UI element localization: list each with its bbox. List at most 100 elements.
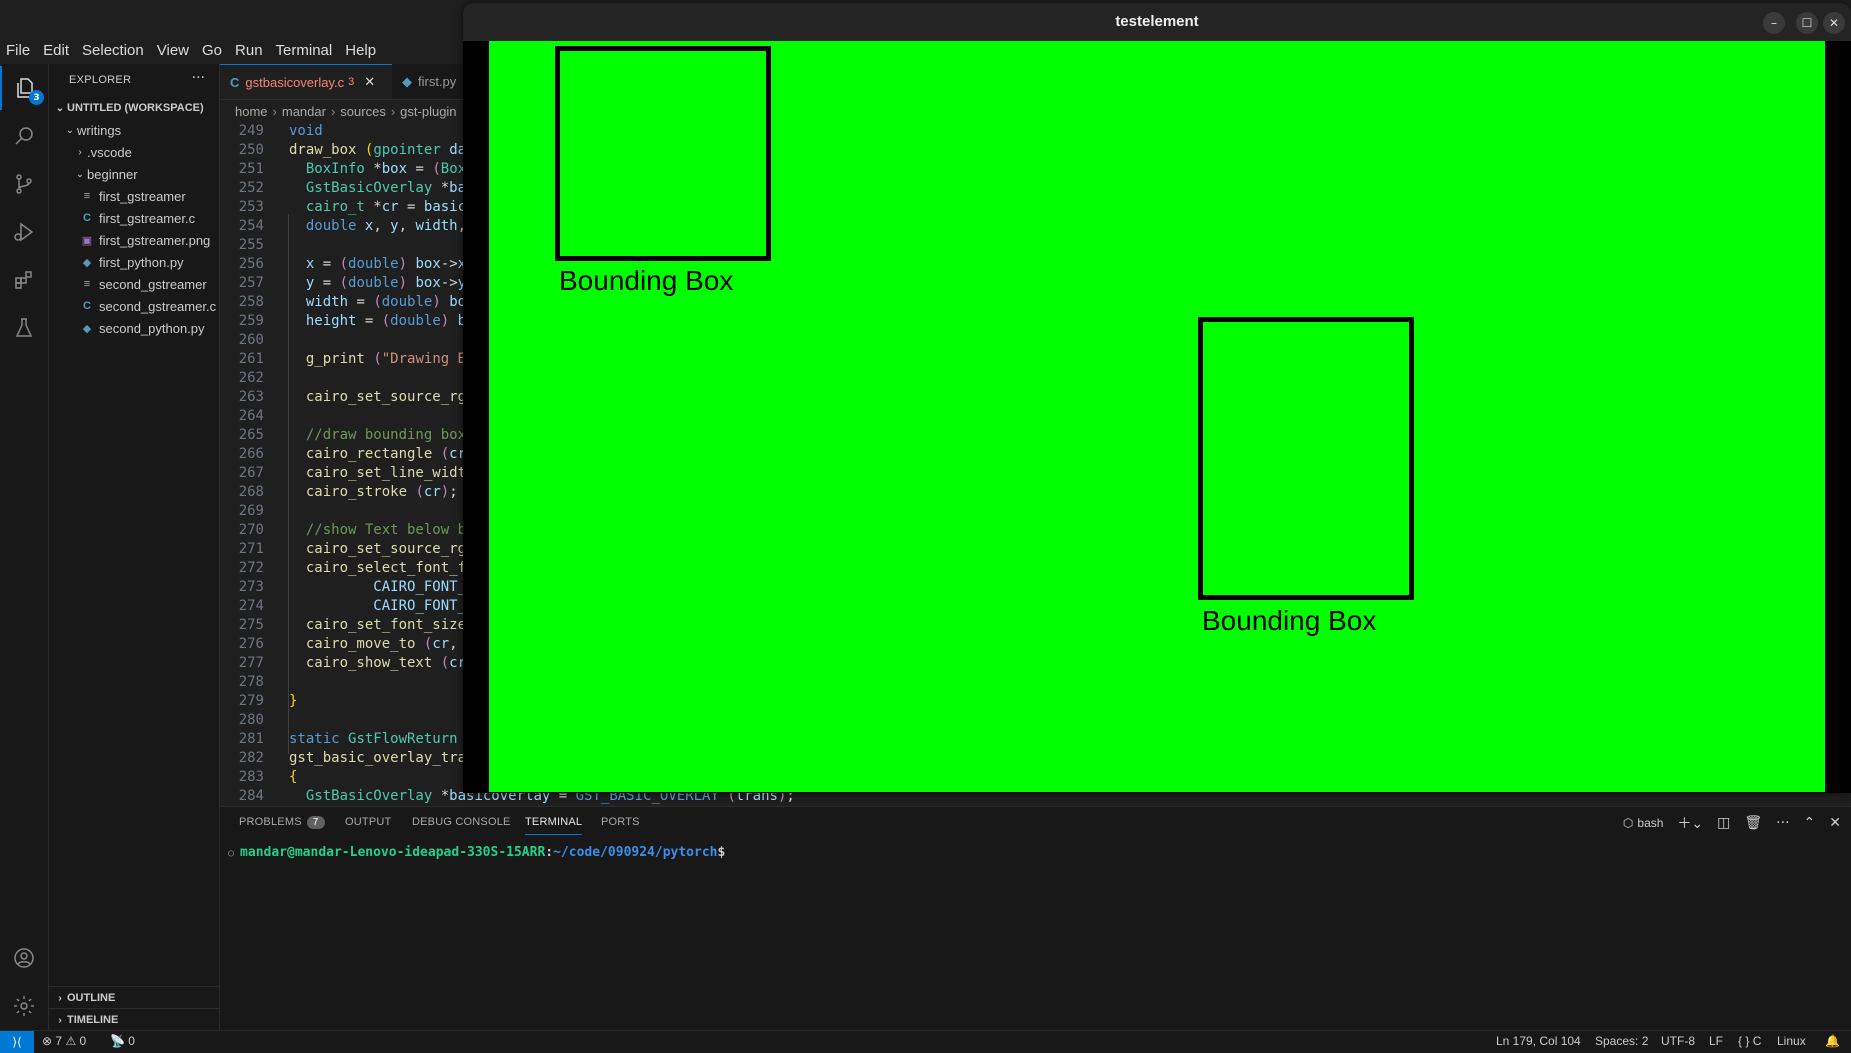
menu-selection[interactable]: Selection [82, 42, 144, 59]
activity-search[interactable] [0, 114, 48, 158]
chevron-right-icon: › [272, 103, 277, 119]
tree-item-file[interactable]: ≡ first_gstreamer [49, 185, 249, 207]
line-number: 283 [238, 769, 264, 785]
activity-run-debug[interactable] [0, 210, 48, 254]
new-terminal-icon[interactable]: ＋⌄ [1677, 813, 1703, 833]
tab-label: first.py [418, 74, 457, 89]
split-terminal-icon[interactable]: ◫ [1717, 815, 1730, 831]
tree-item-vscode[interactable]: › .vscode [49, 141, 243, 163]
tree-item-label: beginner [87, 166, 138, 182]
tab-label: PROBLEMS [239, 816, 302, 828]
tab-debug-console[interactable]: DEBUG CONSOLE [412, 816, 511, 828]
account-icon [14, 948, 34, 968]
line-number: 263 [238, 389, 264, 405]
line-number: 249 [238, 123, 264, 139]
braces-icon: { } [1738, 1034, 1750, 1048]
activity-extensions[interactable] [0, 258, 48, 302]
ports-status[interactable]: 📡 0 [110, 1034, 135, 1048]
c-file-icon: C [83, 212, 91, 224]
line-number: 250 [238, 142, 264, 158]
line-content: height = (double) b [305, 313, 467, 329]
tree-item-label: second_gstreamer.c [99, 298, 217, 314]
breadcrumb-item[interactable]: sources [340, 104, 386, 119]
tree-item-label: second_gstreamer [99, 276, 207, 292]
bounding-box-label-1: Bounding Box [559, 265, 734, 296]
trash-icon[interactable]: 🗑 [1744, 815, 1762, 831]
line-number: 282 [238, 750, 264, 766]
breadcrumb-item[interactable]: gst-plugin [400, 104, 456, 119]
tree-item-file[interactable]: ▣ first_gstreamer.png [49, 229, 249, 251]
activity-source-control[interactable] [0, 162, 48, 206]
tab-output[interactable]: OUTPUT [345, 816, 391, 828]
activity-manage[interactable] [0, 984, 48, 1028]
chevron-down-icon: ⌄ [75, 168, 85, 180]
language-mode[interactable]: { } C [1738, 1034, 1761, 1048]
line-number: 273 [238, 579, 264, 595]
language-label: C [1752, 1034, 1762, 1048]
more-actions-icon[interactable]: ··· [192, 70, 205, 86]
cursor-position[interactable]: Ln 179, Col 104 [1496, 1034, 1581, 1048]
activity-testing[interactable] [0, 306, 48, 350]
line-content: void [289, 123, 323, 139]
os-indicator[interactable]: Linux [1777, 1034, 1806, 1048]
menu-help[interactable]: Help [345, 42, 376, 59]
tree-item-beginner[interactable]: ⌄ beginner [49, 163, 243, 185]
line-ending[interactable]: LF [1709, 1034, 1723, 1048]
maximize-button[interactable]: ☐ [1796, 12, 1818, 34]
menu-go[interactable]: Go [202, 42, 222, 59]
notifications-icon[interactable]: 🔔 [1825, 1034, 1840, 1048]
tree-item-file[interactable]: ◆ second_python.py [49, 317, 249, 339]
tab-gstbasicoverlay[interactable]: C gstbasicoverlay.c 3 ✕ [220, 64, 392, 99]
tab-first-py[interactable]: ◆ first.py [392, 64, 472, 99]
tree-item-file[interactable]: C second_gstreamer.c [49, 295, 249, 317]
timeline-section[interactable]: › TIMELINE [49, 1008, 219, 1031]
line-content: cairo_set_line_widt [305, 465, 467, 481]
c-file-icon: C [83, 300, 91, 312]
line-number: 256 [238, 256, 264, 272]
close-button[interactable]: ✕ [1823, 12, 1845, 34]
menu-file[interactable]: File [6, 42, 30, 59]
breadcrumb-item[interactable]: home [235, 104, 268, 119]
line-content: draw_box (gpointer da [289, 142, 467, 158]
line-number: 251 [238, 161, 264, 177]
remote-indicator[interactable]: ⟩⟨ [0, 1031, 34, 1053]
error-count: 7 [55, 1034, 63, 1048]
minimize-button[interactable]: – [1763, 12, 1785, 34]
menu-edit[interactable]: Edit [43, 42, 69, 59]
tree-item-file[interactable]: ◆ first_python.py [49, 251, 249, 273]
activity-explorer[interactable]: 3 [0, 66, 48, 110]
terminal-output[interactable]: ○ mandar@mandar-Lenovo-ideapad-330S-15AR… [228, 845, 725, 860]
line-content: //draw bounding box [305, 427, 467, 443]
activity-accounts[interactable] [0, 936, 48, 980]
line-number: 279 [238, 693, 264, 709]
tab-problems[interactable]: PROBLEMS 7 [239, 816, 325, 829]
more-actions-icon[interactable]: ··· [1776, 815, 1789, 831]
tab-terminal[interactable]: TERMINAL [525, 816, 583, 835]
prompt-sign: $ [717, 845, 726, 860]
maximize-panel-icon[interactable]: ⌃ [1804, 815, 1816, 831]
menu-terminal[interactable]: Terminal [276, 42, 333, 59]
close-panel-icon[interactable]: ✕ [1829, 815, 1841, 831]
encoding[interactable]: UTF-8 [1661, 1034, 1695, 1048]
tree-item-writings[interactable]: ⌄ writings [49, 119, 233, 141]
menu-view[interactable]: View [157, 42, 189, 59]
tree-item-label: first_gstreamer.c [99, 210, 196, 226]
terminal-shell-selector[interactable]: ⬡ bash [1623, 816, 1664, 830]
text-file-icon: ≡ [83, 190, 91, 202]
close-icon[interactable]: ✕ [364, 74, 375, 90]
tree-item-file[interactable]: ≡ second_gstreamer [49, 273, 249, 295]
chevron-down-icon: ⌄ [55, 102, 65, 114]
tab-problem-count: 3 [348, 76, 355, 88]
tree-item-label: first_gstreamer.png [99, 232, 211, 248]
breadcrumb-item[interactable]: mandar [282, 104, 326, 119]
outline-section[interactable]: › OUTLINE [49, 986, 219, 1009]
line-content: GstBasicOverlay *ba [305, 180, 467, 196]
menu-run[interactable]: Run [235, 42, 263, 59]
window-title-bar[interactable]: testelement – ☐ ✕ [463, 3, 1851, 41]
problems-status[interactable]: ⊗ 7 ⚠ 0 [42, 1034, 86, 1048]
tab-ports[interactable]: PORTS [601, 816, 640, 828]
tree-item-file[interactable]: C first_gstreamer.c [49, 207, 249, 229]
indentation[interactable]: Spaces: 2 [1595, 1034, 1648, 1048]
workspace-header[interactable]: ⌄ UNTITLED (WORKSPACE) [49, 97, 223, 119]
line-number: 270 [238, 522, 264, 538]
